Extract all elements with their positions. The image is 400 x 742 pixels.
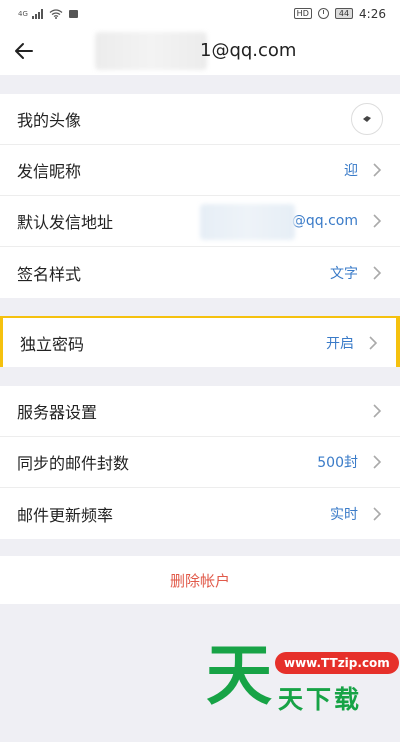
notification-icon: [68, 9, 78, 18]
signal-icon: [31, 8, 43, 19]
avatar[interactable]: [351, 103, 383, 135]
independent-password-value: 开启: [326, 335, 354, 352]
chevron-right-icon: [366, 400, 388, 422]
watermark-brand-text: 天下载: [278, 685, 363, 714]
signature-row[interactable]: 签名样式 文字: [0, 247, 400, 298]
avatar-label: 我的头像: [17, 111, 82, 130]
alarm-icon: [317, 8, 329, 19]
sync-count-row[interactable]: 同步的邮件封数 500封: [0, 437, 400, 488]
server-settings-label: 服务器设置: [17, 403, 98, 422]
battery-icon: 44: [334, 8, 354, 19]
independent-password-row[interactable]: 独立密码 开启: [0, 316, 400, 367]
wifi-icon: [49, 8, 63, 19]
signature-value: 文字: [330, 265, 358, 282]
status-left: 4G: [18, 8, 78, 19]
delete-account-button[interactable]: 删除帐户: [0, 556, 400, 604]
nickname-value: 迎: [344, 163, 358, 179]
delete-account-label: 删除帐户: [169, 571, 230, 590]
chevron-right-icon: [366, 503, 388, 525]
chevron-right-icon: [366, 262, 388, 284]
avatar-row[interactable]: 我的头像: [0, 94, 400, 145]
update-frequency-label: 邮件更新频率: [17, 505, 114, 525]
sync-count-value: 500封: [317, 455, 358, 471]
avatar-image-icon: [363, 116, 371, 122]
server-settings-row[interactable]: 服务器设置: [0, 386, 400, 437]
address-redaction: [200, 204, 295, 240]
account-profile-group: 我的头像 发信昵称 迎 默认发信地址 @qq.com 签名样式 文字: [0, 94, 400, 298]
watermark-big-char: 天: [206, 637, 272, 714]
sync-settings-group: 服务器设置 同步的邮件封数 500封 邮件更新频率 实时: [0, 386, 400, 539]
title-redaction: [95, 32, 207, 70]
watermark-url: www.TTzip.com: [275, 652, 399, 674]
title-bar: 1@qq.com: [0, 27, 400, 75]
status-bar: 4G HD 44 4:26: [0, 0, 400, 27]
update-frequency-row[interactable]: 邮件更新频率 实时: [0, 488, 400, 539]
page-title: 1@qq.com: [200, 40, 297, 61]
signature-label: 签名样式: [17, 264, 82, 284]
watermark-logo: 天 www.TTzip.com 天下载: [200, 640, 399, 720]
hd-icon: HD: [293, 8, 312, 19]
back-button[interactable]: [0, 27, 48, 75]
nickname-label: 发信昵称: [17, 162, 82, 181]
chevron-right-icon: [366, 159, 388, 181]
chevron-right-icon: [366, 210, 388, 232]
status-time: 4:26: [359, 6, 386, 21]
update-frequency-value: 实时: [330, 506, 358, 523]
chevron-right-icon: [362, 332, 384, 354]
sync-count-label: 同步的邮件封数: [17, 454, 130, 473]
default-address-value: @qq.com: [291, 213, 358, 229]
independent-password-label: 独立密码: [20, 334, 85, 354]
status-right: HD 44 4:26: [293, 6, 386, 21]
chevron-right-icon: [366, 451, 388, 473]
nickname-row[interactable]: 发信昵称 迎: [0, 145, 400, 196]
password-group: 独立密码 开启: [0, 316, 400, 367]
default-address-row[interactable]: 默认发信地址 @qq.com: [0, 196, 400, 247]
arrow-left-icon: [15, 43, 33, 59]
network-type: 4G: [18, 9, 28, 18]
